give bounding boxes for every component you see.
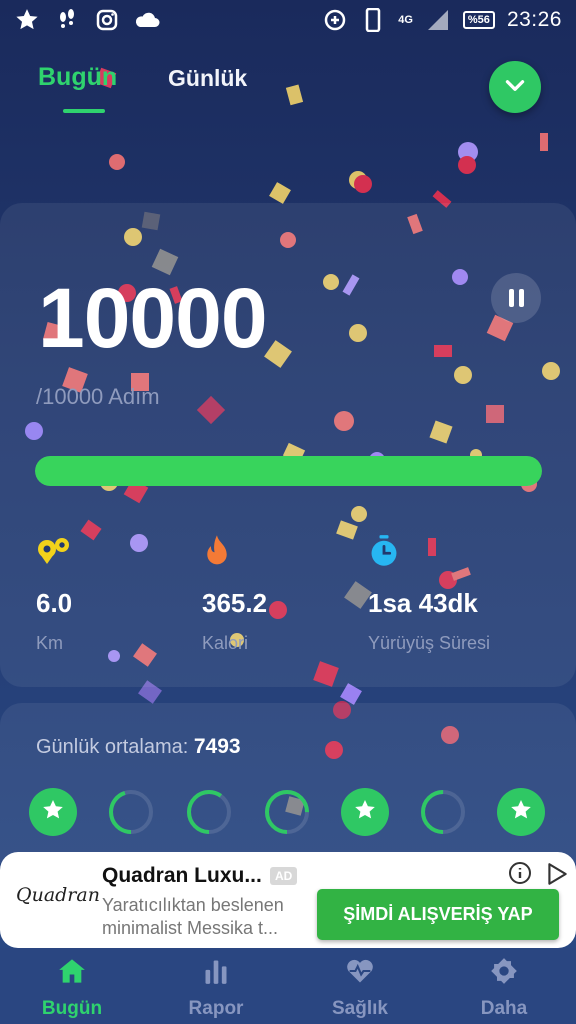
bottom-nav: Bugün Rapor Sağlık Daha [0,948,576,1024]
tab-daily[interactable]: Günlük [168,65,247,92]
duration-value: 1sa 43dk [368,588,478,618]
step-progress-bar [35,456,542,486]
footprints-icon [54,7,80,33]
nav-more[interactable]: Daha [432,956,576,1020]
tab-today[interactable]: Bugün [38,63,117,92]
tab-active-indicator [63,109,105,113]
cloud-icon [134,7,160,33]
ad-badge: AD [270,867,298,885]
nav-health[interactable]: Sağlık [288,956,432,1020]
nav-today-label: Bugün [41,998,103,1019]
duration-label: Yürüyüş Süresi [368,633,491,653]
network-type: 4G [398,14,413,26]
daily-average-label: Günlük ortalama: [36,736,189,758]
distance-label: Km [36,633,63,653]
step-goal: /10000 Adım [36,384,160,409]
pause-icon [508,289,514,307]
home-icon [0,956,144,986]
header: Bugün Günlük [0,55,576,125]
star-icon [353,798,377,827]
daily-average-value: 7493 [193,735,241,758]
stat-calories: 365.2 Kalori [202,534,267,654]
star-icon [14,7,40,33]
battery-icon: %56 [462,11,495,29]
daily-average: Günlük ortalama: 7493 [36,735,241,759]
star-icon [41,798,65,827]
calories-value: 365.2 [202,588,268,618]
distance-value: 6.0 [36,588,73,618]
stat-distance: 6.0 Km [36,534,72,654]
stat-duration: 1sa 43dk Yürüyüş Süresi [368,534,490,654]
nav-health-label: Sağlık [332,998,388,1019]
ad-cta-button[interactable]: ŞİMDİ ALIŞVERİŞ YAP [317,889,559,940]
weekly-card [0,703,576,863]
ad-logo: Quadran [16,884,100,906]
flame-icon [202,534,267,568]
day-progress-ring-2[interactable] [185,788,233,836]
day-progress-ring-1[interactable] [107,788,155,836]
nav-today[interactable]: Bugün [0,956,144,1020]
ad-title[interactable]: Quadran Luxu... [102,864,262,888]
week-progress-row [29,788,545,836]
stopwatch-icon [368,534,490,568]
ad-description: Yaratıcılıktan beslenen minimalist Messi… [102,895,284,938]
bar-chart-icon [144,956,288,986]
day-complete-0[interactable] [29,788,77,836]
chevron-down-icon [502,72,528,103]
gear-icon [432,956,576,986]
heart-pulse-icon [288,956,432,986]
dropdown-button[interactable] [489,61,541,113]
adchoices-icon[interactable] [544,861,570,887]
nav-report-label: Rapor [188,998,244,1019]
day-complete-4[interactable] [341,788,389,836]
phone-icon [360,7,386,33]
nav-report[interactable]: Rapor [144,956,288,1020]
step-count: 10000 [38,271,268,365]
star-icon [509,798,533,827]
distance-icon [36,534,72,568]
step-progress-fill [35,456,542,486]
ad-banner[interactable]: Quadran Quadran Luxu... AD Yaratıcılıkta… [0,852,576,948]
clock: 23:26 [506,8,562,31]
calories-label: Kalori [202,633,249,653]
pause-button[interactable] [491,273,541,323]
info-icon[interactable] [508,861,532,885]
status-bar: 4G %56 23:26 [0,0,576,40]
day-progress-ring-3[interactable] [263,788,311,836]
data-saver-icon [322,7,348,33]
signal-icon [425,7,451,33]
nav-more-label: Daha [480,998,528,1019]
day-complete-6[interactable] [497,788,545,836]
instagram-icon [94,7,120,33]
day-progress-ring-5[interactable] [419,788,467,836]
